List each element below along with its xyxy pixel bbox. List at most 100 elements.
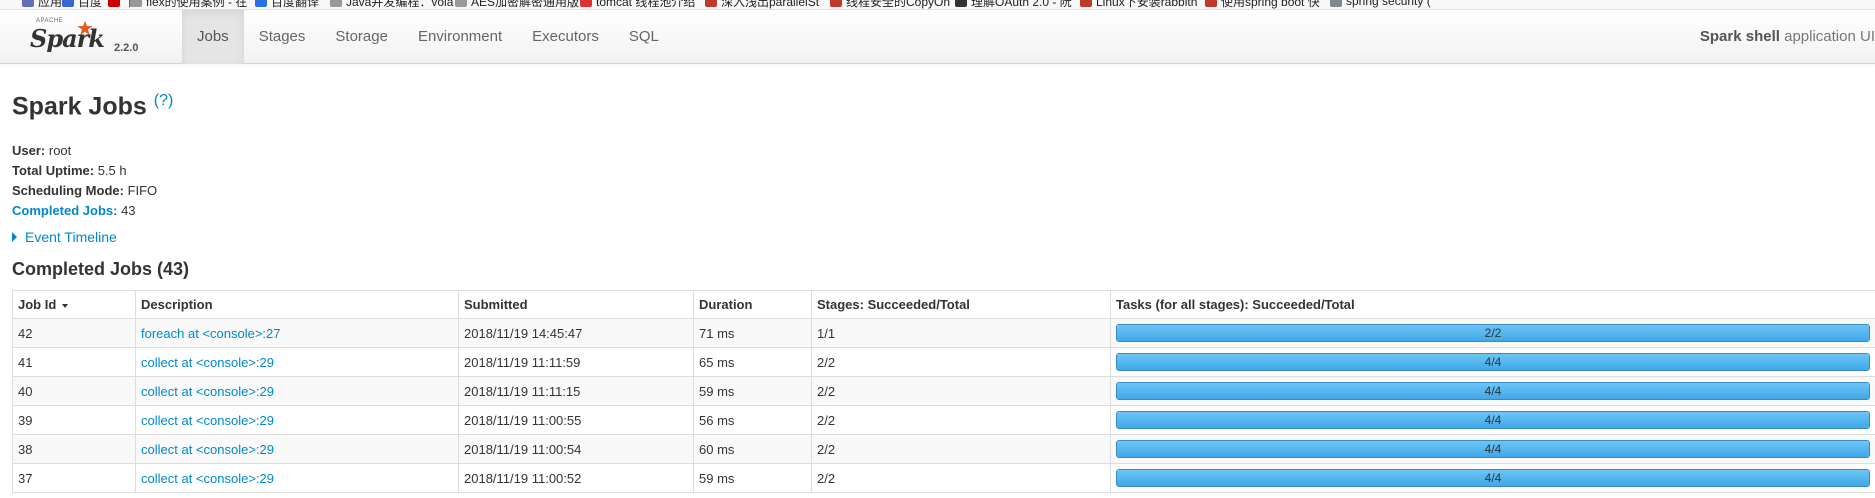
bookmark-label: 深入浅出parallelSt (721, 0, 820, 9)
tab-storage[interactable]: Storage (320, 10, 403, 64)
bookmark-item[interactable]: AES加密解密通用版 (455, 0, 579, 9)
bookmark-label: spring security ( (1346, 0, 1431, 8)
tab-executors[interactable]: Executors (517, 10, 614, 64)
tasks-cell: 4/4 (1110, 347, 1875, 377)
bookmark-label: 百度翻译 (271, 0, 320, 9)
bookmark-label: 线程安全的CopyOn (846, 0, 951, 9)
bookmark-icon (580, 0, 592, 7)
app-title-rest: application UI (1779, 28, 1875, 45)
bookmark-item[interactable]: 应用 (22, 0, 62, 9)
expand-arrow-icon (12, 232, 17, 242)
header-tasks[interactable]: Tasks (for all stages): Succeeded/Total (1110, 290, 1875, 319)
tasks-cell: 4/4 (1110, 376, 1875, 406)
bookmark-label: 理解OAuth 2.0 - 阮 (971, 0, 1072, 9)
bookmark-item[interactable]: flex的使用案例 - 在 (130, 0, 247, 9)
job-id-cell: 37 (12, 463, 136, 493)
tasks-progress-bar: 4/4 (1116, 353, 1870, 371)
tab-stages[interactable]: Stages (244, 10, 321, 64)
table-row: 40 collect at <console>:29 2018/11/19 11:1… (12, 376, 1875, 406)
completed-value: 43 (117, 203, 136, 218)
bookmark-item[interactable]: Java并发编程：vola (330, 0, 454, 9)
navbar: APACHE Spark ★ 2.2.0 Jobs Stages Storage… (0, 10, 1875, 64)
bookmarks-bar: 应用百度下flex的使用案例 - 在百度翻译Java并发编程：volaAES加密… (0, 0, 1875, 10)
tab-jobs[interactable]: Jobs (182, 10, 244, 64)
bookmark-icon (955, 0, 967, 7)
app-title-bold: Spark shell (1699, 28, 1780, 45)
user-value: root (45, 143, 72, 158)
job-id-cell: 40 (12, 376, 136, 406)
submitted-cell: 2018/11/19 11:00:54 (458, 434, 694, 464)
table-header-row: Job Id Description Submitted Duration St… (12, 290, 1875, 319)
job-description-link[interactable]: collect at <console>:29 (141, 471, 274, 486)
job-id-cell: 42 (12, 318, 136, 348)
uptime-label: Total Uptime: (12, 163, 95, 178)
job-description-link[interactable]: collect at <console>:29 (141, 355, 274, 370)
progress-label: 2/2 (1484, 326, 1502, 340)
bookmark-icon (455, 0, 467, 7)
tasks-cell: 4/4 (1110, 434, 1875, 464)
description-cell: foreach at <console>:27 (135, 318, 459, 348)
summary-uptime: Total Uptime: 5.5 h (12, 161, 157, 181)
description-cell: collect at <console>:29 (135, 347, 459, 377)
summary-list: User: root Total Uptime: 5.5 h Schedulin… (12, 141, 157, 221)
stages-cell: 2/2 (811, 434, 1111, 464)
bookmark-icon (22, 0, 34, 7)
header-job-id[interactable]: Job Id (12, 290, 136, 319)
duration-cell: 71 ms (693, 318, 812, 348)
duration-cell: 60 ms (693, 434, 812, 464)
stages-cell: 2/2 (811, 405, 1111, 435)
bookmark-label: 使用spring boot 快 (1221, 0, 1320, 9)
completed-jobs-link[interactable]: Completed Jobs: (12, 203, 117, 218)
stages-cell: 1/1 (811, 318, 1111, 348)
bookmark-icon (255, 0, 267, 7)
duration-cell: 56 ms (693, 405, 812, 435)
header-stages[interactable]: Stages: Succeeded/Total (811, 290, 1111, 319)
job-description-link[interactable]: collect at <console>:29 (141, 384, 274, 399)
progress-label: 4/4 (1484, 384, 1502, 398)
header-description[interactable]: Description (135, 290, 459, 319)
mode-value: FIFO (123, 183, 158, 198)
bookmark-item[interactable]: 百度翻译 (255, 0, 320, 9)
spark-logo[interactable]: APACHE Spark ★ 2.2.0 (30, 14, 150, 60)
tasks-progress-bar: 4/4 (1116, 411, 1870, 429)
bookmark-item[interactable]: tomcat 线程池介绍 (580, 0, 695, 9)
bookmark-label: Java并发编程：vola (346, 0, 454, 9)
tab-sql[interactable]: SQL (614, 10, 674, 64)
bookmark-icon (130, 0, 142, 7)
duration-cell: 59 ms (693, 463, 812, 493)
job-description-link[interactable]: foreach at <console>:27 (141, 326, 281, 341)
event-timeline-label: Event Timeline (25, 229, 117, 245)
tasks-progress-bar: 4/4 (1116, 382, 1870, 400)
page-title-text: Spark Jobs (12, 92, 147, 121)
bookmark-item[interactable]: spring security ( (1330, 0, 1431, 8)
completed-jobs-heading: Completed Jobs (43) (12, 259, 190, 279)
page-title: Spark Jobs (?) (12, 92, 173, 121)
tab-environment[interactable]: Environment (403, 10, 517, 64)
table-row: 41 collect at <console>:29 2018/11/19 11:1… (12, 347, 1875, 377)
tasks-progress-bar: 2/2 (1116, 324, 1870, 342)
bookmark-item[interactable]: 线程安全的CopyOn (830, 0, 951, 9)
job-description-link[interactable]: collect at <console>:29 (141, 442, 274, 457)
progress-label: 4/4 (1484, 413, 1502, 427)
bookmark-item[interactable]: 理解OAuth 2.0 - 阮 (955, 0, 1072, 9)
help-link[interactable]: (?) (154, 92, 174, 109)
bookmark-item[interactable]: 使用spring boot 快 (1205, 0, 1320, 9)
stages-cell: 2/2 (811, 376, 1111, 406)
bookmark-item[interactable]: Linux下安装rabbitn (1080, 0, 1198, 9)
description-cell: collect at <console>:29 (135, 405, 459, 435)
bookmark-label: Linux下安装rabbitn (1096, 0, 1198, 9)
bookmark-item[interactable]: 深入浅出parallelSt (705, 0, 820, 9)
summary-user: User: root (12, 141, 157, 161)
bookmark-item[interactable]: 百度 (62, 0, 102, 9)
completed-jobs-table: Job Id Description Submitted Duration St… (12, 290, 1875, 493)
event-timeline-toggle[interactable]: Event Timeline (12, 229, 117, 245)
progress-label: 4/4 (1484, 442, 1502, 456)
table-row: 42 foreach at <console>:27 2018/11/19 14:4… (12, 318, 1875, 348)
duration-cell: 59 ms (693, 376, 812, 406)
table-row: 38 collect at <console>:29 2018/11/19 11:0… (12, 434, 1875, 464)
job-description-link[interactable]: collect at <console>:29 (141, 413, 274, 428)
header-submitted[interactable]: Submitted (458, 290, 694, 319)
header-duration[interactable]: Duration (693, 290, 812, 319)
tasks-cell: 4/4 (1110, 405, 1875, 435)
app-title: Spark shell application UI (1700, 10, 1875, 64)
